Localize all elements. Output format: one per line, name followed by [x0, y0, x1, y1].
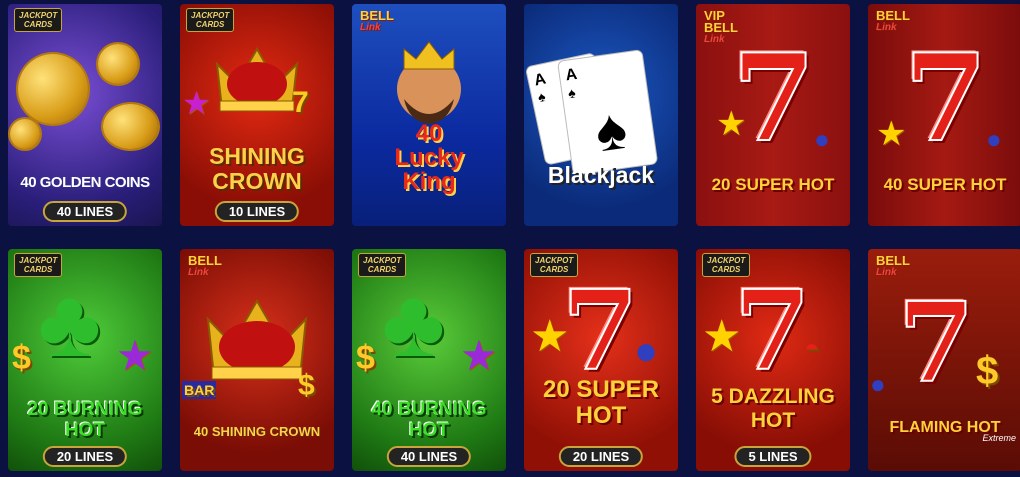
golden-coin-icon — [18, 54, 88, 124]
star-icon: ★ — [716, 105, 747, 143]
star-icon: ★ — [702, 312, 742, 361]
lines-count: 20 LINES — [42, 446, 128, 467]
grapes-icon: ● — [634, 329, 659, 373]
lines-count: 10 LINES — [214, 201, 300, 222]
game-title: 40 GOLDEN COINS — [20, 174, 150, 191]
grapes-icon: ● — [814, 124, 830, 154]
lines-count: 40 LINES — [42, 201, 128, 222]
bell-link-badge: BELL Link — [188, 253, 222, 279]
dollar-icon: $ — [298, 369, 315, 402]
seven-icon: 7 — [733, 266, 812, 395]
game-tile-20-super-hot[interactable]: JACKPOT CARDS 7 ★ ● 20 SUPER HOT 20 LINE… — [524, 249, 678, 471]
star-icon: ★ — [460, 332, 498, 379]
seven-icon: 7 — [903, 28, 988, 169]
dollar-icon: $ — [12, 339, 31, 377]
crown-icon — [206, 299, 308, 380]
lines-count: 20 LINES — [558, 446, 644, 467]
game-subtitle: Extreme — [982, 433, 1016, 443]
game-tile-40-super-hot[interactable]: BELL Link 7 ★ ● 40 SUPER HOT — [868, 4, 1020, 226]
game-tile-shining-crown[interactable]: JACKPOT CARDS ★ 7 SHINING CROWN 10 LINES — [180, 4, 334, 226]
jackpot-cards-badge: JACKPOT CARDS — [186, 8, 235, 32]
bell-link-badge: BELL Link — [876, 253, 910, 279]
dollar-icon: $ — [976, 349, 999, 393]
game-tile-5-dazzling-hot[interactable]: JACKPOT CARDS 7 ★ ◓ 5 DAZZLING HOT 5 LIN… — [696, 249, 850, 471]
seven-icon: 7 — [292, 86, 309, 119]
game-tile-40-burning-hot[interactable]: JACKPOT CARDS ♣ $ ★ 40 BURNING HOT 40 LI… — [352, 249, 506, 471]
star-icon: ★ — [182, 85, 211, 121]
game-title: 5 DAZZLING HOT — [711, 385, 835, 432]
bell-label: BELL — [876, 253, 910, 268]
game-grid: JACKPOT CARDS 40 GOLDEN COINS 40 LINES J… — [0, 0, 1020, 477]
jackpot-cards-badge: JACKPOT CARDS — [14, 8, 63, 32]
crown-icon — [215, 46, 299, 112]
bar-icon: BAR — [182, 381, 217, 399]
link-label: Link — [360, 22, 381, 33]
link-label: Link — [188, 267, 209, 278]
game-tile-40-lucky-king[interactable]: BELL Link 40 Lucky King — [352, 4, 506, 226]
game-tile-flaming-hot-extreme[interactable]: BELL Link 7 $ ● FLAMING HOT Extreme — [868, 249, 1020, 471]
star-icon: ★ — [530, 312, 570, 361]
game-tile-20-super-hot-vip[interactable]: VIP BELL Link 7 ★ ● 20 SUPER HOT — [696, 4, 850, 226]
golden-coin-icon — [98, 44, 138, 84]
game-tile-20-burning-hot[interactable]: JACKPOT CARDS ♣ $ ★ 20 BURNING HOT 20 LI… — [8, 249, 162, 471]
game-title: 20 BURNING HOT — [27, 399, 143, 441]
game-tile-40-shining-crown[interactable]: BELL Link BAR $ 40 SHINING CROWN — [180, 249, 334, 471]
watermelon-icon: ◓ — [804, 333, 820, 363]
game-title: 20 SUPER HOT — [542, 376, 660, 429]
star-icon: ★ — [876, 115, 907, 153]
game-title: 40 BURNING HOT — [371, 399, 487, 441]
game-title: 20 SUPER HOT — [711, 175, 835, 194]
game-title: Blackjack — [547, 162, 655, 188]
star-icon: ★ — [116, 332, 154, 379]
grapes-icon: ● — [870, 369, 886, 399]
king-icon — [397, 41, 461, 124]
bell-link-badge: BELL Link — [360, 8, 394, 34]
game-tile-blackjack[interactable]: A ♠ A ♠ ♠ Blackjack — [524, 4, 678, 226]
dollar-icon: $ — [356, 339, 375, 377]
game-title: 40 Lucky King — [394, 120, 464, 195]
game-title: SHINING CROWN — [209, 143, 305, 194]
clover-icon: ♣ — [38, 270, 101, 377]
seven-icon: 7 — [561, 266, 640, 395]
game-tile-40-golden-coins[interactable]: JACKPOT CARDS 40 GOLDEN COINS 40 LINES — [8, 4, 162, 226]
game-title: 40 SHINING CROWN — [193, 424, 321, 439]
bell-label: BELL — [876, 8, 910, 23]
clover-icon: ♣ — [382, 270, 445, 377]
game-title: 40 SUPER HOT — [883, 175, 1007, 194]
lines-count: 5 LINES — [734, 446, 812, 467]
seven-icon: 7 — [731, 28, 816, 169]
bell-label: BELL — [188, 253, 222, 268]
golden-coin-icon — [10, 119, 40, 149]
seven-icon: 7 — [897, 278, 976, 407]
lines-count: 40 LINES — [386, 446, 472, 467]
bell-label: BELL — [360, 8, 394, 23]
golden-coin-icon — [103, 104, 158, 149]
grapes-icon: ● — [986, 124, 1002, 154]
